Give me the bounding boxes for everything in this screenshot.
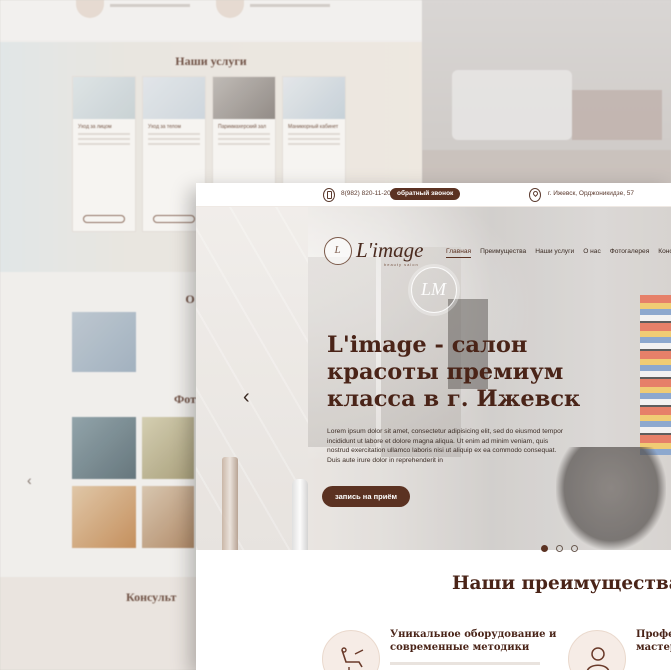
- background-gallery-photo: [72, 486, 136, 548]
- slider-dot-1[interactable]: [541, 545, 548, 552]
- background-prev-arrow: ‹: [27, 472, 32, 488]
- nav-item-gallery[interactable]: Фотогалерея: [610, 248, 650, 258]
- phone-icon: [323, 188, 335, 202]
- appointment-button[interactable]: запись на приём: [322, 486, 411, 507]
- hero-slider: L L'image beauty salon Главная Преимущес…: [196, 207, 671, 552]
- background-gallery-photo: [142, 486, 194, 548]
- nav-item-home[interactable]: Главная: [446, 248, 472, 258]
- background-header-strip: [0, 0, 422, 40]
- slider-dot-3[interactable]: [571, 545, 578, 552]
- background-service-card: Уход за лицом: [72, 76, 136, 232]
- background-gallery-photo: [142, 417, 194, 479]
- callback-button[interactable]: обратный звонок: [390, 188, 461, 200]
- address-text: г. Ижевск, Орджоникидзе, 57: [548, 190, 635, 197]
- advantages-title: Наши преимущества: [452, 573, 671, 594]
- location-icon: [529, 188, 541, 202]
- nav-item-consult[interactable]: Консульт: [658, 248, 671, 258]
- logo-emblem-icon: L: [324, 237, 352, 265]
- background-consult-title: Консульт: [126, 590, 177, 604]
- logo-name: L'image: [356, 238, 424, 262]
- background-about-photo: [72, 312, 136, 372]
- advantage-equipment-text: [390, 662, 540, 665]
- logo-tagline: beauty salon: [384, 262, 419, 267]
- website-mockup: 8(982) 820-11-20 обратный звонок г. Ижев…: [196, 183, 671, 670]
- nav-item-services[interactable]: Наши услуги: [535, 248, 574, 258]
- slider-dots: [541, 545, 578, 552]
- top-contact-bar: 8(982) 820-11-20 обратный звонок г. Ижев…: [196, 183, 671, 207]
- background-gallery-photo: [72, 417, 136, 479]
- monogram-emblem: LM: [411, 267, 457, 313]
- master-icon: [568, 630, 626, 670]
- main-navigation: Главная Преимущества Наши услуги О нас Ф…: [446, 248, 671, 258]
- phone-number[interactable]: 8(982) 820-11-20: [341, 190, 391, 197]
- nav-item-about[interactable]: О нас: [583, 248, 601, 258]
- dental-chair-icon: [322, 630, 380, 670]
- hero-description: Lorem ipsum dolor sit amet, consectetur …: [327, 428, 564, 464]
- slider-dot-2[interactable]: [556, 545, 563, 552]
- slider-prev-arrow[interactable]: ‹: [243, 387, 250, 407]
- nav-item-advantages[interactable]: Преимущества: [480, 248, 526, 258]
- background-services-title: Наши услуги: [175, 54, 247, 68]
- advantage-equipment-title: Уникальное оборудование и современные ме…: [390, 629, 557, 653]
- hero-title: L'image - салон красоты премиум класса в…: [327, 332, 581, 412]
- advantage-masters-title: Профессиональные мастера: [636, 629, 671, 653]
